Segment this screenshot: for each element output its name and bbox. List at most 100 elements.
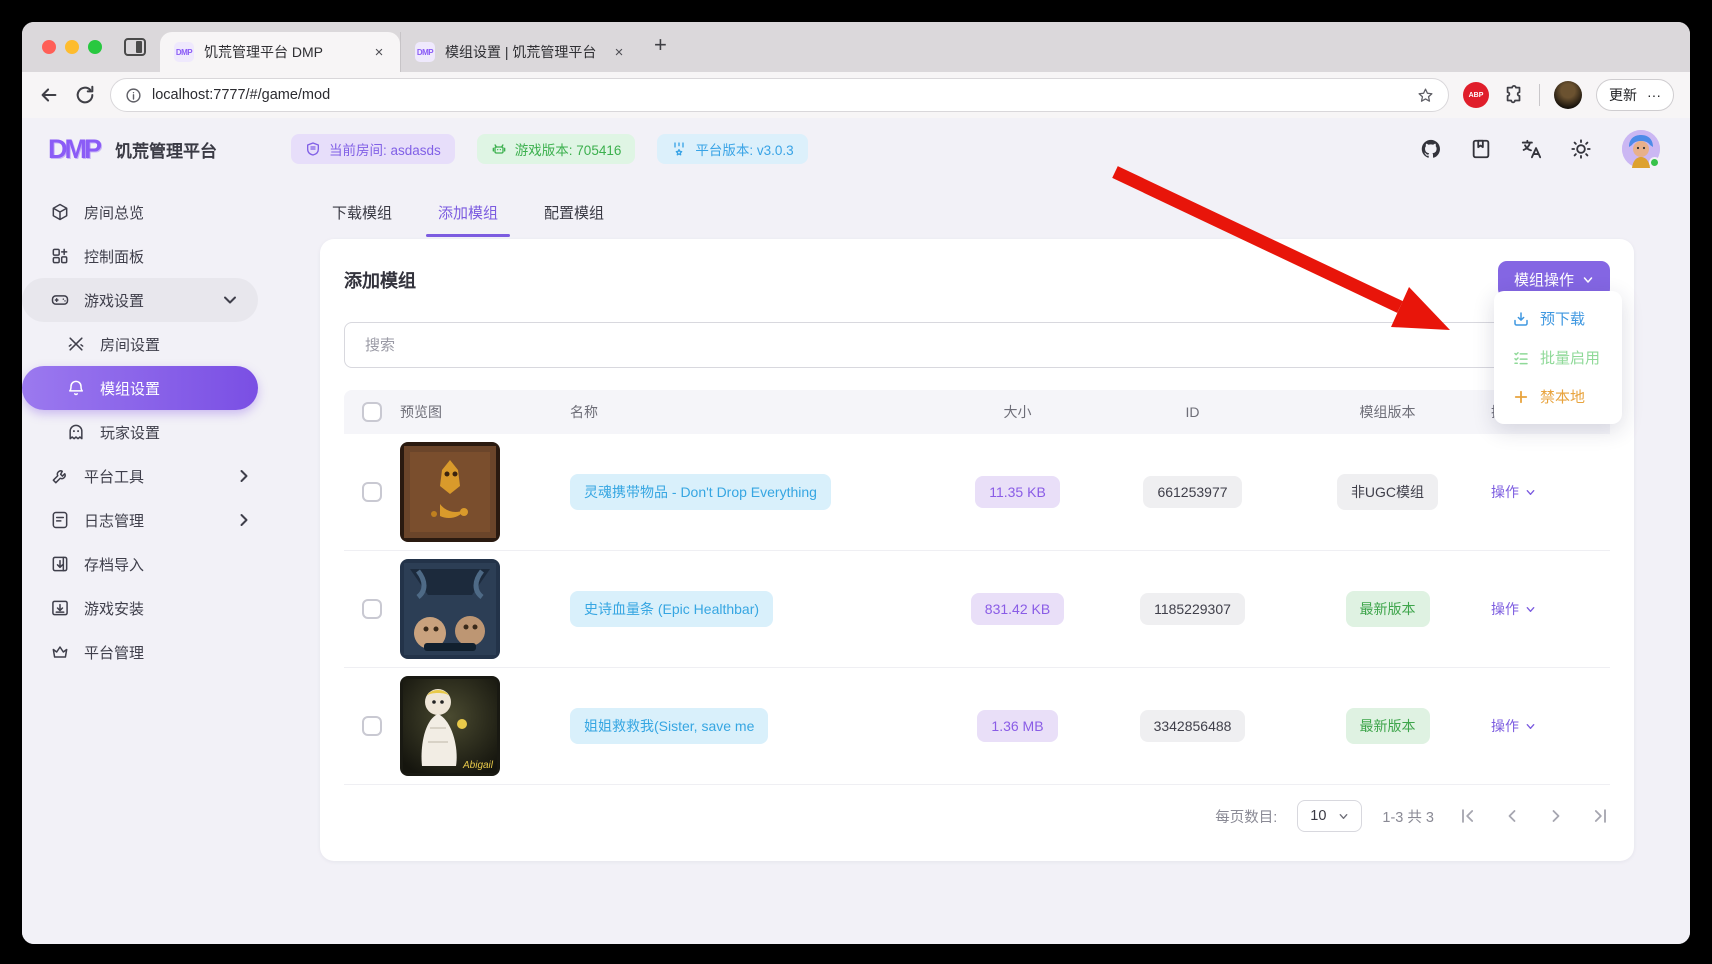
menu-item-label: 预下载 — [1540, 308, 1585, 329]
table-row: 灵魂携带物品 - Don't Drop Everything 11.35 KB … — [344, 434, 1610, 551]
tab-configure-mods[interactable]: 配置模组 — [544, 202, 604, 237]
per-page-select[interactable]: 10 — [1297, 800, 1362, 832]
browser-tab-active[interactable]: DMP 饥荒管理平台 DMP × — [160, 32, 400, 72]
main-content: 下载模组 添加模组 配置模组 添加模组 模组操作 — [272, 180, 1690, 944]
sidebar-item-player-settings[interactable]: 玩家设置 — [22, 410, 272, 454]
tab-title: 模组设置 | 饥荒管理平台 — [445, 42, 600, 62]
user-avatar[interactable] — [1622, 130, 1660, 168]
chevron-down-icon — [1525, 604, 1536, 615]
platform-version-label: 平台版本: v3.0.3 — [695, 139, 793, 159]
row-checkbox[interactable] — [362, 599, 382, 619]
adblock-extension-icon[interactable]: ABP — [1463, 82, 1489, 108]
theme-sun-icon[interactable] — [1570, 138, 1592, 160]
last-page-icon[interactable] — [1590, 806, 1610, 826]
browser-update-button[interactable]: 更新 ··· — [1596, 79, 1674, 111]
tab-close-icon[interactable]: × — [370, 44, 388, 61]
mod-size-badge: 831.42 KB — [971, 593, 1064, 625]
menu-item-label: 批量启用 — [1540, 347, 1600, 368]
url-text[interactable]: localhost:7777/#/game/mod — [152, 87, 1407, 103]
checklist-icon — [1512, 349, 1530, 367]
sidebar-label: 平台管理 — [84, 642, 254, 663]
dashboard-icon — [50, 246, 70, 266]
url-bar[interactable]: localhost:7777/#/game/mod — [110, 78, 1449, 112]
sidebar-item-log-management[interactable]: 日志管理 — [22, 498, 272, 542]
menu-item-predownload[interactable]: 预下载 — [1494, 299, 1622, 338]
close-window-button[interactable] — [42, 40, 56, 54]
sidebar-label: 游戏设置 — [84, 290, 206, 311]
row-action-label: 操作 — [1491, 599, 1519, 619]
browser-menu-icon[interactable]: ··· — [1647, 87, 1661, 103]
per-page-value: 10 — [1310, 808, 1326, 824]
extensions-puzzle-icon[interactable] — [1503, 84, 1525, 106]
sidebar-item-room-settings[interactable]: 房间设置 — [22, 322, 272, 366]
menu-item-label: 禁本地 — [1540, 386, 1585, 407]
shield-icon — [305, 141, 321, 157]
tab-add-mods[interactable]: 添加模组 — [438, 202, 498, 237]
online-status-dot — [1649, 157, 1660, 168]
tab-download-mods[interactable]: 下载模组 — [332, 202, 392, 237]
mod-name-badge[interactable]: 史诗血量条 (Epic Healthbar) — [570, 591, 773, 627]
sidebar-item-room-overview[interactable]: 房间总览 — [22, 190, 272, 234]
pagination: 每页数目: 10 1-3 共 3 — [344, 785, 1610, 847]
sidebar-item-game-settings[interactable]: 游戏设置 — [22, 278, 258, 322]
chevron-right-icon — [234, 466, 254, 486]
prev-page-icon[interactable] — [1502, 806, 1522, 826]
back-icon[interactable] — [38, 84, 60, 106]
menu-item-batch-enable[interactable]: 批量启用 — [1494, 338, 1622, 377]
menu-item-disable-local[interactable]: 禁本地 — [1494, 377, 1622, 416]
game-version-label: 游戏版本: 705416 — [515, 139, 622, 159]
browser-tab-inactive[interactable]: DMP 模组设置 | 饥荒管理平台 × — [400, 32, 640, 72]
mod-version-badge: 最新版本 — [1346, 708, 1430, 744]
chevron-down-icon — [1525, 721, 1536, 732]
browser-profile-avatar[interactable] — [1554, 81, 1582, 109]
sidebar-item-mod-settings[interactable]: 模组设置 — [22, 366, 258, 410]
app-header: DMP 饥荒管理平台 当前房间: asdasds 游戏版本: 705416 平台… — [22, 118, 1690, 180]
mod-name-badge[interactable]: 姐姐救救我(Sister, save me — [570, 708, 768, 744]
gamepad-icon — [50, 290, 70, 310]
mod-name-badge[interactable]: 灵魂携带物品 - Don't Drop Everything — [570, 474, 831, 510]
mod-actions-label: 模组操作 — [1514, 269, 1574, 290]
sidebar-label: 平台工具 — [84, 466, 220, 487]
select-all-checkbox[interactable] — [362, 402, 382, 422]
page-info-icon[interactable] — [125, 87, 142, 104]
search-input[interactable] — [344, 322, 1610, 368]
zoom-window-button[interactable] — [88, 40, 102, 54]
milestone-icon — [671, 141, 687, 157]
row-action-button[interactable]: 操作 — [1491, 716, 1536, 736]
sidebar-item-game-install[interactable]: 游戏安装 — [22, 586, 272, 630]
traffic-lights — [22, 22, 116, 72]
app-body: 房间总览 控制面板 游戏设置 房间设置 — [22, 180, 1690, 944]
row-action-button[interactable]: 操作 — [1491, 482, 1536, 502]
bookmark-star-icon[interactable] — [1417, 87, 1434, 104]
next-page-icon[interactable] — [1546, 806, 1566, 826]
mod-preview-image: Abigail — [400, 676, 500, 776]
tab-close-icon[interactable]: × — [610, 44, 628, 61]
row-action-label: 操作 — [1491, 482, 1519, 502]
row-checkbox[interactable] — [362, 482, 382, 502]
sidebar: 房间总览 控制面板 游戏设置 房间设置 — [22, 180, 272, 944]
first-page-icon[interactable] — [1458, 806, 1478, 826]
sidebar-item-control-panel[interactable]: 控制面板 — [22, 234, 272, 278]
row-checkbox[interactable] — [362, 716, 382, 736]
browser-tabstrip: DMP 饥荒管理平台 DMP × DMP 模组设置 | 饥荒管理平台 × + — [22, 22, 1690, 72]
sidebar-item-platform-tools[interactable]: 平台工具 — [22, 454, 272, 498]
language-icon[interactable] — [1520, 138, 1542, 160]
screen: DMP 饥荒管理平台 DMP × DMP 模组设置 | 饥荒管理平台 × + l… — [0, 0, 1712, 964]
sidebar-label: 房间设置 — [100, 334, 254, 355]
row-action-button[interactable]: 操作 — [1491, 599, 1536, 619]
app-logo: DMP — [48, 134, 99, 165]
tab-overview-icon[interactable] — [124, 38, 146, 56]
sidebar-item-platform-management[interactable]: 平台管理 — [22, 630, 272, 674]
sidebar-label: 游戏安装 — [84, 598, 254, 619]
sidebar-item-save-import[interactable]: 存档导入 — [22, 542, 272, 586]
per-page-label: 每页数目: — [1215, 806, 1277, 827]
sidebar-label: 控制面板 — [84, 246, 254, 267]
reload-icon[interactable] — [74, 84, 96, 106]
new-tab-button[interactable]: + — [654, 32, 667, 58]
github-icon[interactable] — [1420, 138, 1442, 160]
minimize-window-button[interactable] — [65, 40, 79, 54]
import-icon — [50, 554, 70, 574]
page-range-text: 1-3 共 3 — [1382, 806, 1434, 827]
docs-book-icon[interactable] — [1470, 138, 1492, 160]
tab-favicon: DMP — [415, 42, 435, 62]
